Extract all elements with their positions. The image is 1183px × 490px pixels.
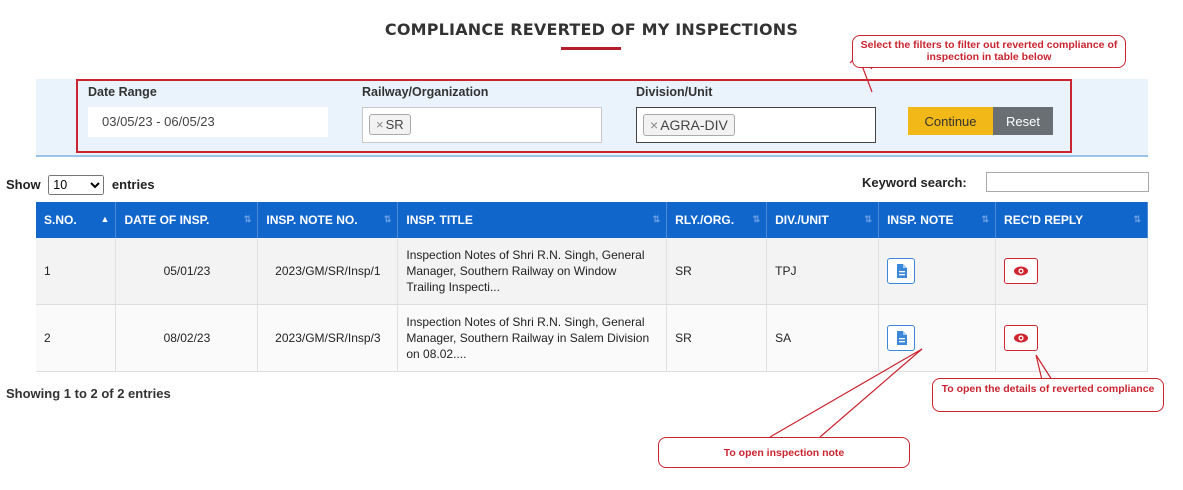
- table-header-row: S.NO. ▲ DATE OF INSP. ⇅ INSP. NOTE NO. ⇅ IN…: [36, 202, 1148, 238]
- cell-div: SA: [766, 304, 880, 372]
- sort-icon: ⇅: [981, 214, 990, 224]
- division-label: Division/Unit: [636, 85, 713, 99]
- division-select[interactable]: × AGRA-DIV: [636, 107, 876, 143]
- cell-insp-note: [878, 238, 997, 305]
- cell-sno: 2: [36, 304, 117, 372]
- cell-note-no: 2023/GM/SR/Insp/1: [257, 238, 399, 305]
- railway-tag-label: SR: [385, 117, 404, 132]
- entries-select[interactable]: 10: [48, 175, 105, 195]
- cell-reply: [995, 304, 1148, 372]
- keyword-search-label: Keyword search:: [862, 175, 967, 190]
- show-label: Show: [6, 177, 41, 192]
- title-underline: [561, 47, 621, 50]
- col-header-insp-note[interactable]: INSP. NOTE ⇅: [878, 202, 997, 238]
- cell-sno: 1: [36, 238, 117, 305]
- railway-select[interactable]: × SR: [362, 107, 602, 143]
- sort-icon: ⇅: [652, 214, 661, 224]
- sort-icon: ⇅: [243, 214, 252, 224]
- date-range-input[interactable]: 03/05/23 - 06/05/23: [88, 107, 328, 137]
- entries-length-control: Show 10 entries: [6, 175, 155, 195]
- callout-note: To open inspection note: [658, 437, 910, 468]
- col-header-date[interactable]: DATE OF INSP. ⇅: [115, 202, 259, 238]
- table-row: 1 05/01/23 2023/GM/SR/Insp/1 Inspection …: [36, 238, 1148, 305]
- keyword-search-input[interactable]: [986, 172, 1149, 192]
- view-reply-button[interactable]: [1004, 258, 1039, 284]
- header-label: REC'D REPLY: [1004, 213, 1084, 227]
- table-row: 2 08/02/23 2023/GM/SR/Insp/3 Inspection …: [36, 304, 1148, 372]
- division-tag-label: AGRA-DIV: [660, 117, 728, 133]
- reset-button[interactable]: Reset: [993, 107, 1053, 135]
- sort-icon: ⇅: [752, 214, 761, 224]
- col-header-reply[interactable]: REC'D REPLY ⇅: [995, 202, 1148, 238]
- header-label: DATE OF INSP.: [124, 213, 210, 227]
- document-icon: [897, 331, 908, 345]
- header-label: INSP. NOTE NO.: [266, 213, 358, 227]
- sort-icon: ⇅: [1133, 214, 1141, 224]
- cell-title: Inspection Notes of Shri R.N. Singh, Gen…: [397, 238, 668, 305]
- cell-div: TPJ: [766, 238, 880, 305]
- eye-icon: [1014, 266, 1029, 276]
- cell-rly: SR: [666, 304, 768, 372]
- col-header-rly[interactable]: RLY./ORG. ⇅: [666, 202, 768, 238]
- header-label: DIV./UNIT: [775, 213, 829, 227]
- header-label: INSP. TITLE: [406, 213, 473, 227]
- cell-insp-note: [878, 304, 997, 372]
- header-label: INSP. NOTE: [887, 213, 954, 227]
- cell-date: 08/02/23: [115, 304, 259, 372]
- header-label: S.NO.: [44, 213, 77, 227]
- entries-label: entries: [111, 177, 155, 192]
- sort-icon: ⇅: [383, 214, 392, 224]
- sort-icon: ⇅: [864, 214, 873, 224]
- col-header-sno[interactable]: S.NO. ▲: [36, 202, 117, 238]
- col-header-note-no[interactable]: INSP. NOTE NO. ⇅: [257, 202, 399, 238]
- cell-date: 05/01/23: [115, 238, 259, 305]
- header-label: RLY./ORG.: [675, 213, 735, 227]
- view-reply-button[interactable]: [1004, 325, 1039, 351]
- document-icon: [897, 264, 908, 278]
- continue-button[interactable]: Continue: [908, 107, 993, 135]
- eye-icon: [1014, 333, 1029, 343]
- division-tag[interactable]: × AGRA-DIV: [643, 114, 735, 136]
- remove-tag-icon[interactable]: ×: [376, 117, 384, 132]
- col-header-div[interactable]: DIV./UNIT ⇅: [766, 202, 880, 238]
- cell-note-no: 2023/GM/SR/Insp/3: [257, 304, 399, 372]
- inspections-table: S.NO. ▲ DATE OF INSP. ⇅ INSP. NOTE NO. ⇅ IN…: [36, 202, 1148, 372]
- railway-label: Railway/Organization: [362, 85, 489, 99]
- railway-tag[interactable]: × SR: [369, 114, 411, 135]
- callout-reply: To open the details of reverted complian…: [932, 378, 1164, 412]
- view-note-button[interactable]: [887, 258, 916, 284]
- cell-reply: [995, 238, 1148, 305]
- col-header-title[interactable]: INSP. TITLE ⇅: [397, 202, 668, 238]
- sort-asc-icon: ▲: [100, 214, 110, 224]
- date-range-label: Date Range: [88, 85, 157, 99]
- callout-filters: Select the filters to filter out reverte…: [852, 35, 1126, 68]
- table-info: Showing 1 to 2 of 2 entries: [6, 386, 171, 401]
- remove-tag-icon[interactable]: ×: [650, 117, 658, 133]
- cell-title: Inspection Notes of Shri R.N. Singh, Gen…: [397, 304, 668, 372]
- cell-rly: SR: [666, 238, 768, 305]
- view-note-button[interactable]: [887, 325, 916, 351]
